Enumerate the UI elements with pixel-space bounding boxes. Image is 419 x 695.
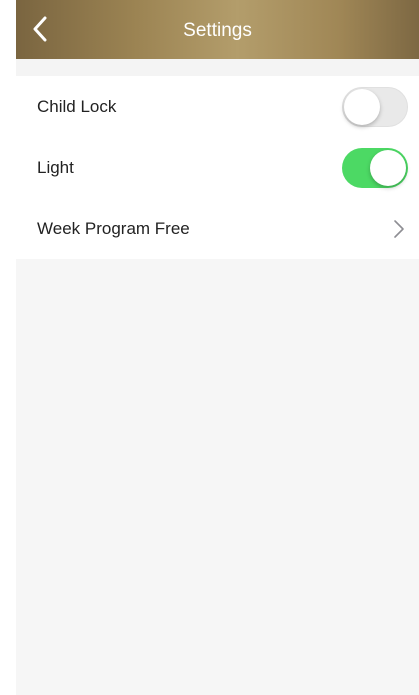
setting-row-light: Light	[16, 137, 419, 198]
light-toggle[interactable]	[342, 147, 408, 188]
chevron-right-icon	[394, 219, 404, 238]
settings-list: Child Lock Light Week Program Free	[16, 76, 419, 259]
setting-label-child-lock: Child Lock	[37, 96, 117, 116]
settings-screen: Settings Child Lock Light Week Program F…	[16, 0, 419, 695]
setting-row-child-lock: Child Lock	[16, 76, 419, 137]
section-spacer	[16, 59, 419, 76]
setting-label-light: Light	[37, 157, 74, 177]
toggle-knob	[344, 88, 380, 125]
child-lock-toggle[interactable]	[342, 86, 408, 127]
setting-label-week-program-free: Week Program Free	[37, 218, 190, 238]
page-title: Settings	[183, 20, 252, 41]
toggle-knob	[370, 149, 406, 186]
setting-row-week-program-free[interactable]: Week Program Free	[16, 198, 419, 259]
navigation-bar: Settings	[16, 0, 419, 59]
